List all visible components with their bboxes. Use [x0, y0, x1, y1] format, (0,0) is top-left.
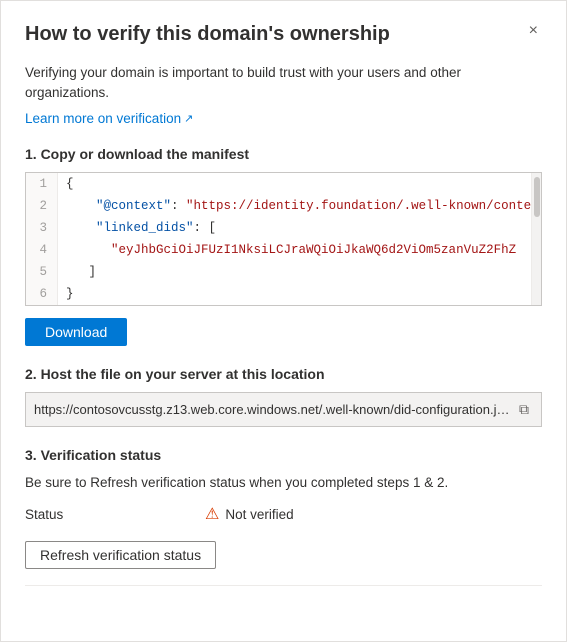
line-content-2: "@context": "https://identity.foundation… [58, 195, 541, 217]
external-link-icon: ↗ [184, 112, 193, 125]
learn-more-link[interactable]: Learn more on verification ↗ [25, 111, 193, 126]
code-punct-3: : [ [194, 221, 217, 235]
code-scroll[interactable]: 1 { 2 "@context": "https://identity.foun… [26, 173, 541, 305]
url-field-container: ⧉ [25, 392, 542, 427]
line-content-6: } [58, 283, 541, 305]
url-input[interactable] [34, 402, 515, 417]
line-content-4: "eyJhbGciOiJFUzI1NksiLCJraWQiOiJkaWQ6d2V… [58, 239, 541, 261]
code-val-4: "eyJhbGciOiJFUzI1NksiLCJraWQiOiJkaWQ6d2V… [66, 243, 516, 257]
status-label: Status [25, 507, 85, 522]
bottom-divider [25, 585, 542, 586]
verify-domain-dialog: How to verify this domain's ownership × … [0, 0, 567, 642]
status-row: Status ⚠ Not verified [25, 507, 542, 523]
copy-icon-button[interactable]: ⧉ [515, 399, 533, 420]
code-line-3: 3 "linked_dids": [ [26, 217, 541, 239]
close-button[interactable]: × [525, 21, 542, 41]
line-content-1: { [58, 173, 541, 195]
step3-section: 3. Verification status Be sure to Refres… [25, 447, 542, 569]
step2-section: 2. Host the file on your server at this … [25, 366, 542, 427]
code-line-6: 6 } [26, 283, 541, 305]
step1-title: 1. Copy or download the manifest [25, 146, 542, 162]
code-scrollbar[interactable] [531, 173, 541, 305]
code-line-4: 4 "eyJhbGciOiJFUzI1NksiLCJraWQiOiJkaWQ6d… [26, 239, 541, 261]
intro-text: Verifying your domain is important to bu… [25, 63, 542, 104]
dialog-header: How to verify this domain's ownership × [25, 21, 542, 47]
learn-more-label: Learn more on verification [25, 111, 181, 126]
code-container: 1 { 2 "@context": "https://identity.foun… [25, 172, 542, 306]
line-num-5: 5 [26, 261, 58, 283]
step2-title: 2. Host the file on your server at this … [25, 366, 542, 382]
code-line-1: 1 { [26, 173, 541, 195]
line-num-2: 2 [26, 195, 58, 217]
line-content-5: ] [58, 261, 541, 283]
line-num-1: 1 [26, 173, 58, 195]
status-description: Be sure to Refresh verification status w… [25, 473, 542, 493]
code-key-3: "linked_dids" [66, 221, 194, 235]
code-punct-2: : [171, 199, 186, 213]
line-content-3: "linked_dids": [ [58, 217, 541, 239]
code-key-2: "@context" [66, 199, 171, 213]
code-line-2: 2 "@context": "https://identity.foundati… [26, 195, 541, 217]
code-line-5: 5 ] [26, 261, 541, 283]
scrollbar-thumb [534, 177, 540, 217]
line-num-6: 6 [26, 283, 58, 305]
warning-icon: ⚠ [205, 507, 219, 523]
step1-section: 1. Copy or download the manifest 1 { 2 "… [25, 146, 542, 346]
step3-title: 3. Verification status [25, 447, 542, 463]
dialog-title: How to verify this domain's ownership [25, 21, 525, 47]
code-block: 1 { 2 "@context": "https://identity.foun… [26, 173, 541, 305]
line-num-3: 3 [26, 217, 58, 239]
status-text: Not verified [225, 507, 293, 522]
line-num-4: 4 [26, 239, 58, 261]
refresh-verification-button[interactable]: Refresh verification status [25, 541, 216, 569]
code-val-2: "https://identity.foundation/.well-known… [186, 199, 531, 213]
status-badge: ⚠ Not verified [205, 507, 294, 523]
download-button[interactable]: Download [25, 318, 127, 346]
